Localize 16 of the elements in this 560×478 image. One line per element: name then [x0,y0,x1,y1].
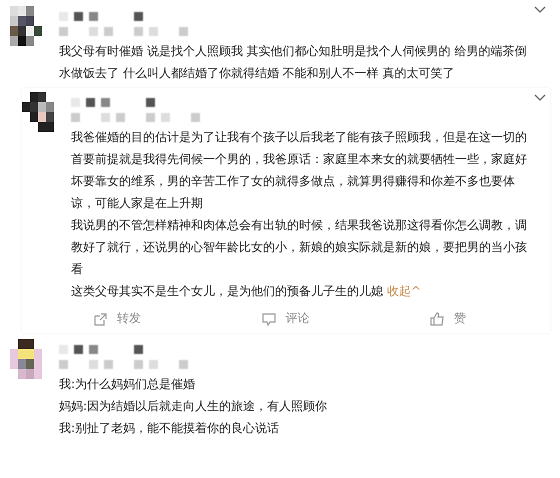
comment-button[interactable]: 评论 [260,308,312,329]
comment-text: 我父母有时催婚 说是找个人照顾我 其实他们都心知肚明是找个人伺候男的 给男的端茶倒水做饭去了 什么叫人都结婚了你就得结婚 不能和别人不一样 真的太可笑了 [59,43,528,82]
chevron-down-icon[interactable] [534,6,546,14]
comment-text: 妈妈:因为结婚以后就走向人生的旅途，有人照顾你 [59,398,328,415]
comment-text: 我:为什么妈妈们总是催婚 [59,376,196,393]
chevron-down-icon[interactable] [534,94,546,102]
comment-icon [262,312,276,326]
like-icon [430,312,444,326]
comment-text: 我说男的不管怎样精神和肉体总会有出轨的时候，结果我爸说那这得看你怎么调教，调教好了就行，还说男的心智年龄比女的小，新娘的娘实际就是新的娘，要把男的当小孩看 [71,217,528,278]
share-button[interactable]: 转发 [91,308,143,329]
comment-text: 我:别扯了老妈，能不能摸着你的良心说话 [59,420,280,437]
like-button[interactable]: 赞 [428,308,468,329]
collapse-link[interactable]: 收起^ [383,284,421,298]
comment-text: 这类父母其实不是生个女儿，是为他们的预备儿子生的儿媳 收起^ [71,283,421,300]
comment-text: 我爸催婚的目的估计是为了让我有个孩子以后我老了能有孩子照顾我，但是在这一切的首要前提就是我得先伺候一个男的，我爸原话：家庭里本来女的就要牺牲一些，家庭好坏要靠女的维系，男的辛苦工作了女的就得多做点，就算男得赚得和你差不多也要体谅，可能人家是在上升期 [71,129,528,212]
share-icon [93,312,107,326]
